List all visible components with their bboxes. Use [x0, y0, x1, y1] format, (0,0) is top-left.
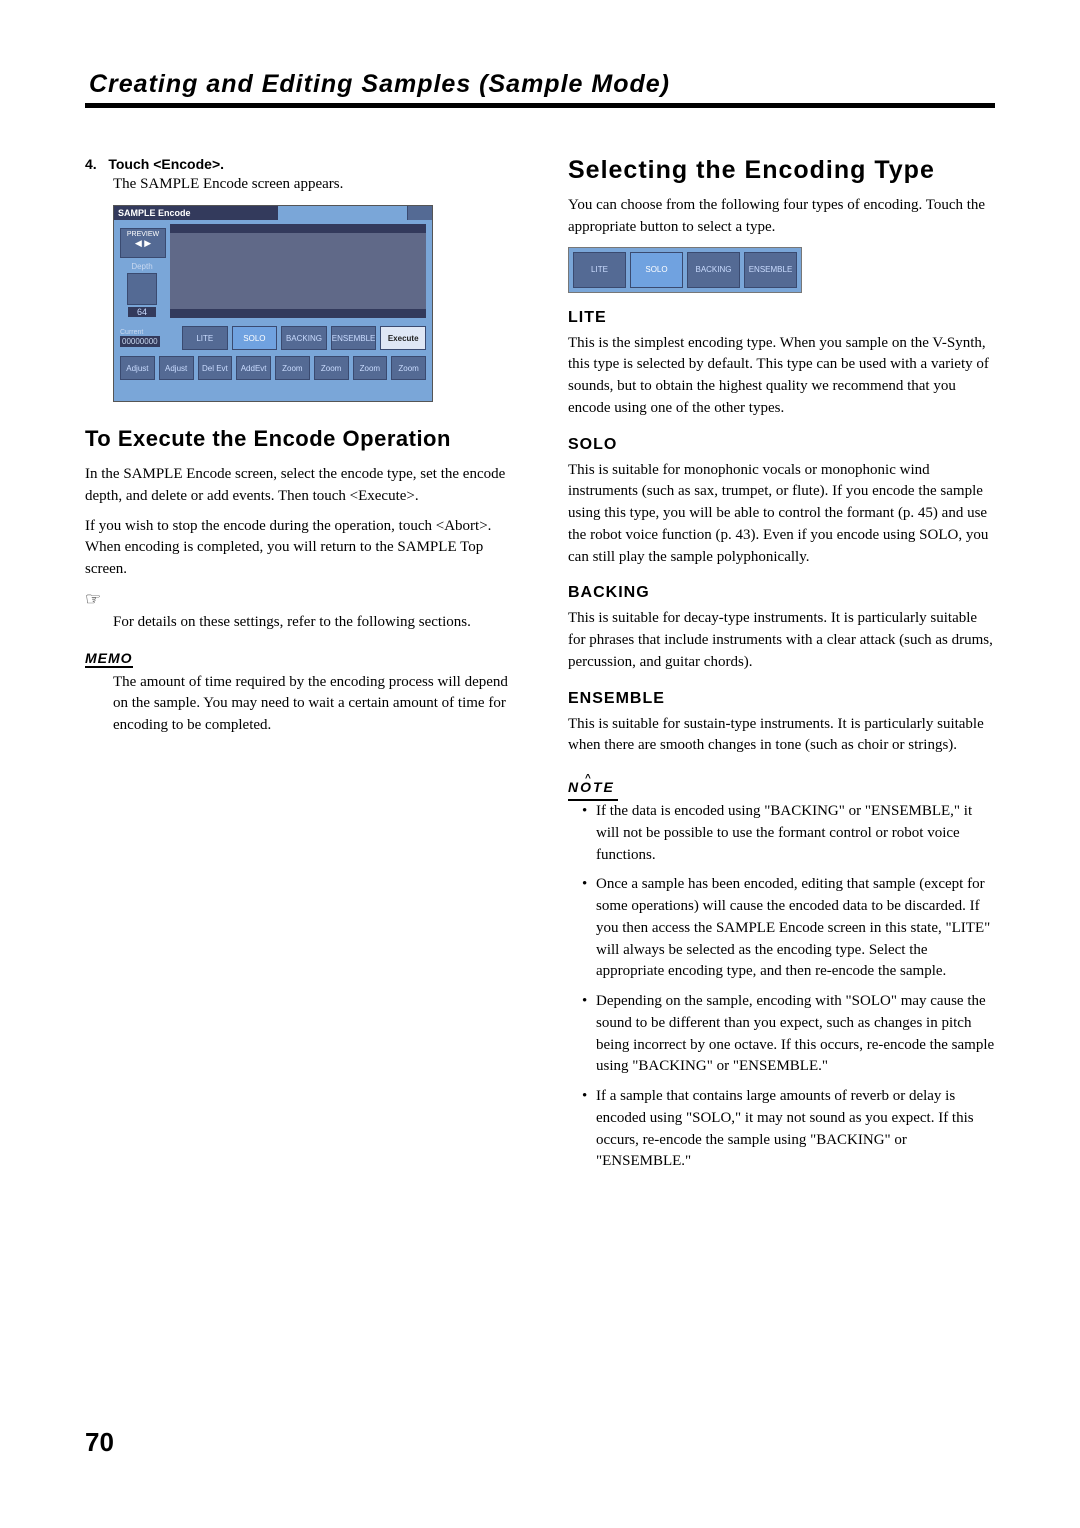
ss-del-evt: Del Evt	[198, 356, 233, 380]
ss-adjust-left: Adjust	[120, 356, 155, 380]
ss-zoom-4: Zoom	[391, 356, 426, 380]
step-label: Touch <Encode>.	[108, 156, 224, 172]
left-column: 4. Touch <Encode>. The SAMPLE Encode scr…	[85, 156, 512, 1181]
note-item: Depending on the sample, encoding with "…	[582, 991, 995, 1078]
ss-depth-value: 64	[128, 307, 156, 317]
ss-solo-tab: SOLO	[232, 326, 278, 350]
chapter-title: Creating and Editing Samples (Sample Mod…	[85, 70, 995, 108]
enc-backing: BACKING	[687, 252, 740, 288]
solo-text: This is suitable for monophonic vocals o…	[568, 460, 995, 569]
execute-p2: If you wish to stop the encode during th…	[85, 516, 512, 581]
ss-waveform	[170, 224, 426, 318]
ss-title: SAMPLE Encode	[114, 206, 278, 220]
step-description: The SAMPLE Encode screen appears.	[113, 176, 512, 193]
selecting-heading: Selecting the Encoding Type	[568, 156, 995, 185]
execute-p1: In the SAMPLE Encode screen, select the …	[85, 464, 512, 508]
enc-solo: SOLO	[630, 252, 683, 288]
backing-heading: BACKING	[568, 584, 995, 602]
memo-label: MEMO	[85, 650, 133, 668]
ss-preview: PREVIEW ◀ ▶	[120, 228, 166, 258]
lite-heading: LITE	[568, 309, 995, 327]
ss-current-label: Current	[120, 329, 160, 336]
note-item: Once a sample has been encoded, editing …	[582, 874, 995, 983]
note-item: If a sample that contains large amounts …	[582, 1086, 995, 1173]
sample-encode-screenshot: SAMPLE Encode PREVIEW ◀ ▶ Depth 64	[113, 205, 433, 402]
note-list: If the data is encoded using "BACKING" o…	[568, 801, 995, 1173]
backing-text: This is suitable for decay-type instrume…	[568, 608, 995, 673]
ensemble-heading: ENSEMBLE	[568, 690, 995, 708]
ss-zoom-3: Zoom	[353, 356, 388, 380]
hand-text: For details on these settings, refer to …	[113, 612, 512, 634]
ensemble-text: This is suitable for sustain-type instru…	[568, 714, 995, 758]
memo-text: The amount of time required by the encod…	[113, 672, 512, 737]
ss-add-evt: AddEvt	[236, 356, 271, 380]
ss-zoom-2: Zoom	[314, 356, 349, 380]
ss-backing-tab: BACKING	[281, 326, 327, 350]
ss-current: Current 00000000	[120, 326, 178, 350]
chapter-header: Creating and Editing Samples (Sample Mod…	[85, 70, 995, 108]
selecting-intro: You can choose from the following four t…	[568, 195, 995, 239]
right-column: Selecting the Encoding Type You can choo…	[568, 156, 995, 1181]
hand-icon: ☞	[85, 589, 512, 610]
note-caret-icon: ^	[585, 773, 593, 784]
ss-depth: Depth 64	[120, 262, 164, 312]
ss-depth-label: Depth	[120, 262, 164, 271]
ss-preview-label: PREVIEW	[121, 231, 165, 238]
ss-lite-tab: LITE	[182, 326, 228, 350]
ss-menu-icon	[407, 206, 432, 220]
note-item: If the data is encoded using "BACKING" o…	[582, 801, 995, 866]
encoding-type-buttons: LITE SOLO BACKING ENSEMBLE	[568, 247, 802, 293]
note-label: ^ NOTE	[568, 779, 615, 795]
ss-zoom-1: Zoom	[275, 356, 310, 380]
lite-text: This is the simplest encoding type. When…	[568, 333, 995, 420]
execute-heading: To Execute the Encode Operation	[85, 426, 512, 452]
enc-ensemble: ENSEMBLE	[744, 252, 797, 288]
ss-ensemble-tab: ENSEMBLE	[331, 326, 377, 350]
page-number: 70	[85, 1427, 114, 1458]
step-number: 4.	[85, 156, 97, 172]
ss-current-value: 00000000	[120, 336, 160, 347]
solo-heading: SOLO	[568, 436, 995, 454]
ss-execute-button: Execute	[380, 326, 426, 350]
ss-adjust-right: Adjust	[159, 356, 194, 380]
enc-lite: LITE	[573, 252, 626, 288]
